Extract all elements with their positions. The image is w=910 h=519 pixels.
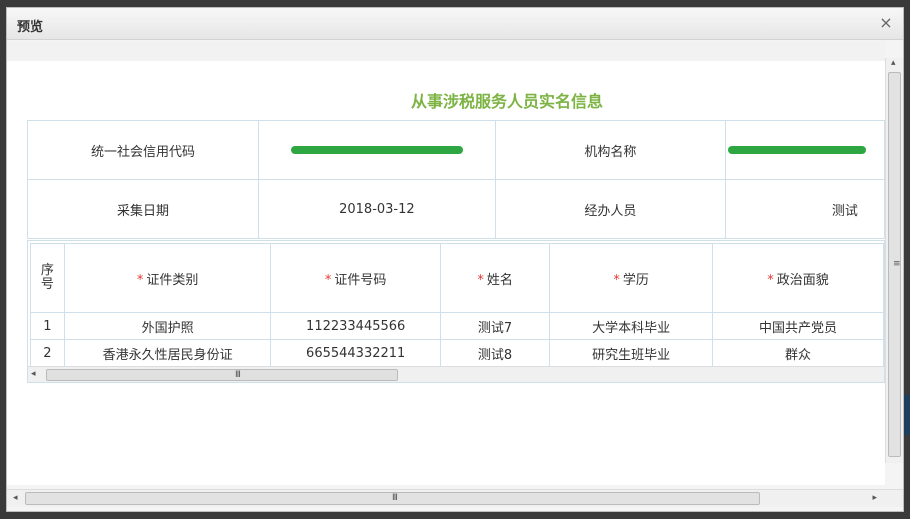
scroll-up-icon[interactable]: ▴ <box>891 58 896 68</box>
required-marker: * <box>324 272 332 288</box>
close-icon[interactable]: × <box>877 14 895 32</box>
grip-icon: III <box>392 493 398 503</box>
cell-id-number: 665544332211 <box>270 339 441 367</box>
org-name-label: 机构名称 <box>494 120 726 180</box>
required-marker: * <box>477 272 484 288</box>
preview-dialog: 预览 × 从事涉税服务人员实名信息 统一社会信用代码 机构名称 采集日期 201… <box>6 7 904 512</box>
redaction-mark <box>727 146 866 154</box>
dialog-vscroll-thumb[interactable]: ≡ <box>888 72 901 457</box>
cell-id-number: 112233445566 <box>270 312 441 340</box>
cell-id-type: 外国护照 <box>63 312 272 340</box>
col-header-id-number: * 证件号码 <box>270 243 441 313</box>
cell-education: 大学本科毕业 <box>549 312 714 340</box>
staff-grid: 序号 * 证件类别 * 证件号码 * 姓名 * 学历 * 政治面貌 1 外国护照 1122… <box>27 240 885 383</box>
content-header-band <box>7 41 885 61</box>
cell-index: 2 <box>30 339 65 367</box>
col-header-id-type: * 证件类别 <box>63 243 272 313</box>
credit-code-value <box>257 120 496 180</box>
handler-label: 经办人员 <box>494 179 726 239</box>
col-header-name: * 姓名 <box>439 243 551 313</box>
form-heading: 从事涉税服务人员实名信息 <box>410 92 603 111</box>
grid-scroll-thumb[interactable]: III <box>46 369 398 381</box>
grid-horizontal-scrollbar[interactable]: ◂ III <box>28 366 884 382</box>
cell-education: 研究生班毕业 <box>549 339 714 367</box>
info-row: 采集日期 2018-03-12 经办人员 测试 <box>27 179 885 239</box>
collect-date-value: 2018-03-12 <box>257 179 496 239</box>
col-header-label: 姓名 <box>486 272 513 288</box>
table-row[interactable]: 2 香港永久性居民身份证 665544332211 测试8 研究生班毕业 群众 <box>30 339 884 367</box>
scroll-right-icon[interactable]: ▸ <box>872 493 877 503</box>
info-table: 统一社会信用代码 机构名称 采集日期 2018-03-12 经办人员 测试 <box>27 120 885 239</box>
cell-name: 测试8 <box>439 339 551 367</box>
grip-icon: III <box>235 370 241 380</box>
cell-index: 1 <box>30 312 65 340</box>
col-header-label: 学历 <box>622 272 649 288</box>
col-header-index: 序号 <box>30 243 65 313</box>
col-header-label: 证件号码 <box>334 272 387 288</box>
cell-political: 中国共产党员 <box>712 312 884 340</box>
cell-name: 测试7 <box>439 312 551 340</box>
col-header-label: 序号 <box>40 263 54 292</box>
grid-header-row: 序号 * 证件类别 * 证件号码 * 姓名 * 学历 * 政治面貌 <box>30 243 884 313</box>
dialog-vertical-scrollbar[interactable]: ▴ ≡ <box>885 58 903 463</box>
required-marker: * <box>767 272 774 288</box>
redaction-mark <box>290 146 463 154</box>
dialog-titlebar[interactable]: 预览 × <box>7 8 903 40</box>
scroll-left-icon[interactable]: ◂ <box>31 369 36 379</box>
col-header-label: 证件类别 <box>146 272 199 288</box>
cell-political: 群众 <box>712 339 884 367</box>
org-name-value <box>724 120 885 180</box>
scroll-left-icon[interactable]: ◂ <box>13 493 18 503</box>
dialog-content: 从事涉税服务人员实名信息 统一社会信用代码 机构名称 采集日期 2018-03-… <box>7 41 885 485</box>
required-marker: * <box>136 272 144 288</box>
dialog-hscroll-thumb[interactable]: III <box>25 492 760 505</box>
col-header-label: 政治面貌 <box>776 272 829 288</box>
col-header-education: * 学历 <box>549 243 714 313</box>
dialog-horizontal-scrollbar[interactable]: ◂ III ▸ <box>7 489 903 507</box>
cell-id-type: 香港永久性居民身份证 <box>63 339 272 367</box>
table-row[interactable]: 1 外国护照 112233445566 测试7 大学本科毕业 中国共产党员 <box>30 312 884 340</box>
grip-icon: ≡ <box>893 259 901 269</box>
required-marker: * <box>613 272 620 288</box>
handler-value: 测试 <box>724 179 885 239</box>
credit-code-label: 统一社会信用代码 <box>27 120 259 180</box>
dialog-title: 预览 <box>17 20 44 35</box>
staff-table: 序号 * 证件类别 * 证件号码 * 姓名 * 学历 * 政治面貌 1 外国护照 1122… <box>30 243 884 367</box>
col-header-political: * 政治面貌 <box>712 243 884 313</box>
collect-date-label: 采集日期 <box>27 179 259 239</box>
info-row: 统一社会信用代码 机构名称 <box>27 120 885 180</box>
